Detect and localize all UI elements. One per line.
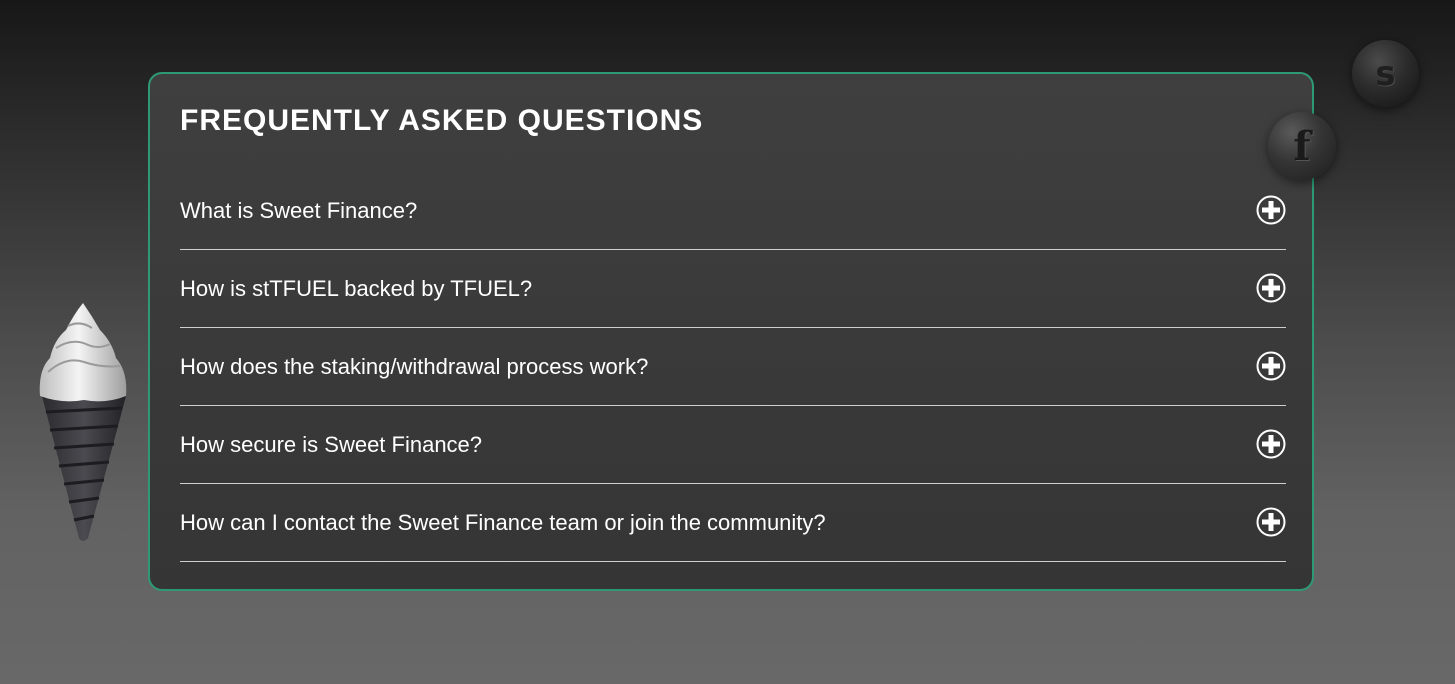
- faq-item-what-is-sweet-finance[interactable]: What is Sweet Finance?: [180, 172, 1286, 250]
- faq-question: How is stTFUEL backed by TFUEL?: [180, 276, 533, 301]
- plus-circle-icon[interactable]: [1256, 351, 1286, 381]
- faq-title: FREQUENTLY ASKED QUESTIONS: [180, 104, 704, 137]
- faq-item-security[interactable]: How secure is Sweet Finance?: [180, 406, 1286, 484]
- plus-circle-icon[interactable]: [1256, 507, 1286, 537]
- ice-cream-cone-illustration: [39, 303, 127, 541]
- plus-circle-icon[interactable]: [1256, 429, 1286, 459]
- coin-f-letter: f: [1293, 122, 1311, 170]
- faq-item-staking-withdrawal[interactable]: How does the staking/withdrawal process …: [180, 328, 1286, 406]
- plus-circle-icon[interactable]: [1256, 195, 1286, 225]
- coin-s-letter: s: [1375, 53, 1396, 94]
- plus-circle-icon[interactable]: [1256, 273, 1286, 303]
- faq-list: What is Sweet Finance? How is stTFUEL ba…: [180, 172, 1286, 562]
- faq-item-contact-community[interactable]: How can I contact the Sweet Finance team…: [180, 484, 1286, 562]
- faq-question: How secure is Sweet Finance?: [180, 432, 483, 457]
- faq-question: What is Sweet Finance?: [180, 198, 418, 223]
- sweet-coin-s-icon: s: [1352, 40, 1419, 107]
- sweet-coin-f-icon: f: [1268, 112, 1336, 180]
- faq-card: FREQUENTLY ASKED QUESTIONS What is Sweet…: [148, 72, 1314, 591]
- faq-item-sttfuel-backed[interactable]: How is stTFUEL backed by TFUEL?: [180, 250, 1286, 328]
- faq-question: How can I contact the Sweet Finance team…: [180, 510, 826, 535]
- faq-question: How does the staking/withdrawal process …: [180, 354, 649, 379]
